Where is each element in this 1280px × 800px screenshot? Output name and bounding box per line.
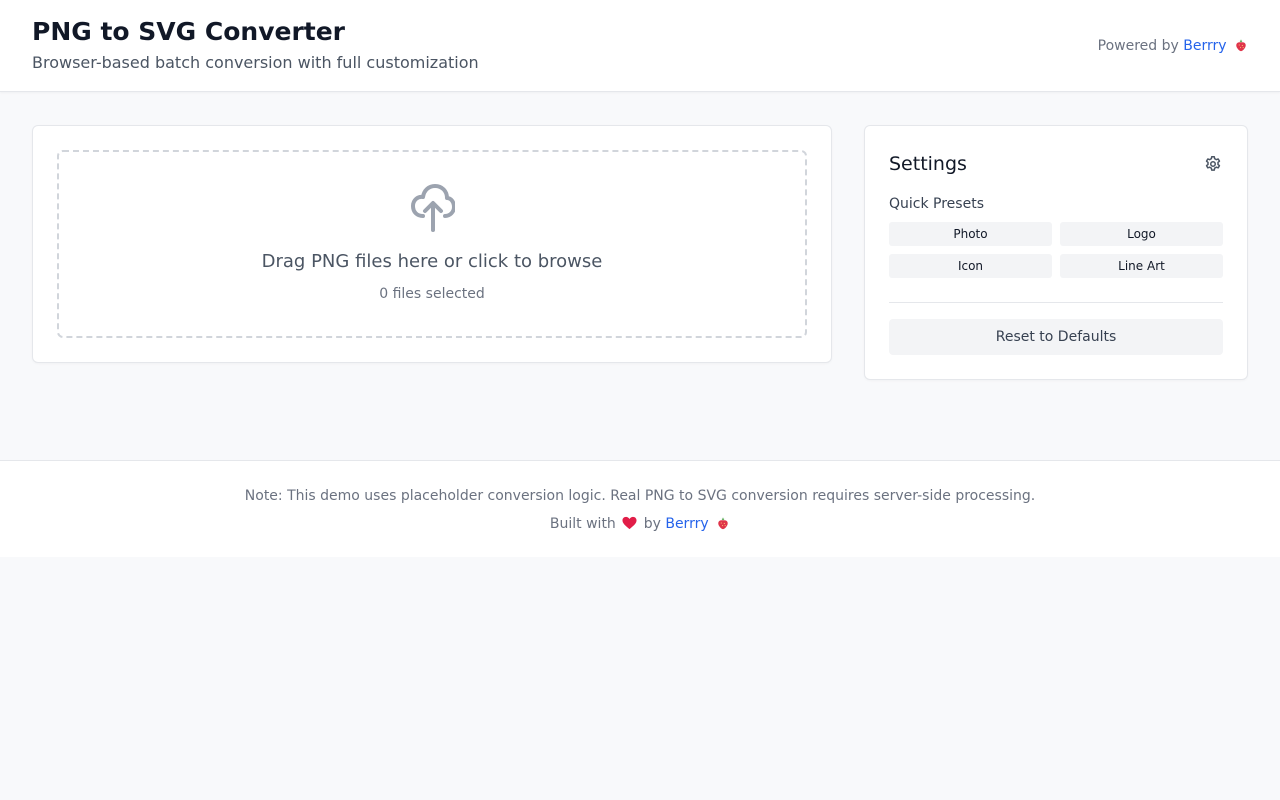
built-with-label: Built with (549, 516, 616, 532)
settings-title: Settings (889, 153, 967, 175)
settings-divider (889, 302, 1223, 303)
gear-icon[interactable] (1204, 155, 1222, 173)
strawberry-icon (1236, 39, 1246, 52)
upload-card: Drag PNG files here or click to browse 0… (32, 125, 832, 363)
file-count: 0 files selected (379, 286, 485, 302)
file-dropzone[interactable]: Drag PNG files here or click to browse 0… (57, 150, 807, 338)
strawberry-icon (718, 517, 728, 530)
powered-by-label: Powered by (1097, 38, 1179, 54)
preset-photo-button[interactable]: Photo (889, 222, 1052, 246)
footer-note: Note: This demo uses placeholder convers… (244, 488, 1036, 504)
page-footer: Note: This demo uses placeholder convers… (0, 460, 1280, 557)
powered-by: Powered by Berrry (1098, 37, 1248, 55)
settings-panel: Settings Quick Presets Photo Logo Icon L… (864, 125, 1248, 380)
preset-icon-button[interactable]: Icon (889, 254, 1052, 278)
preset-line-art-button[interactable]: Line Art (1060, 254, 1223, 278)
reset-defaults-button[interactable]: Reset to Defaults (889, 319, 1223, 355)
built-by-label: by (643, 516, 661, 532)
quick-presets-label: Quick Presets (889, 196, 984, 212)
berrry-link[interactable]: Berrry (1183, 38, 1226, 54)
cloud-upload-icon (411, 184, 455, 232)
footer-credit: Built with by Berrry (0, 515, 1280, 533)
app-header: PNG to SVG Converter Browser-based batch… (0, 0, 1280, 92)
page-subtitle: Browser-based batch conversion with full… (32, 53, 479, 72)
footer-berrry-link[interactable]: Berrry (665, 516, 708, 532)
preset-logo-button[interactable]: Logo (1060, 222, 1223, 246)
heart-icon (622, 516, 637, 530)
page-title: PNG to SVG Converter (32, 17, 346, 46)
dropzone-instructions: Drag PNG files here or click to browse (261, 251, 603, 272)
